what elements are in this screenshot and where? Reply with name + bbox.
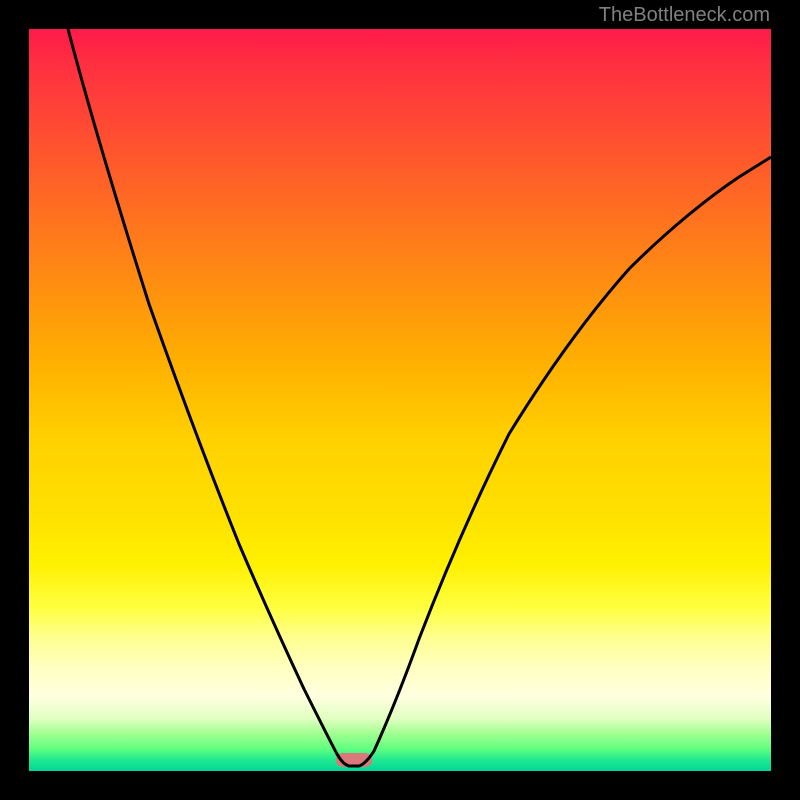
- chart-svg: [29, 29, 771, 771]
- chart-area: [29, 29, 771, 771]
- bottleneck-curve: [68, 29, 771, 766]
- watermark-text: TheBottleneck.com: [599, 4, 770, 27]
